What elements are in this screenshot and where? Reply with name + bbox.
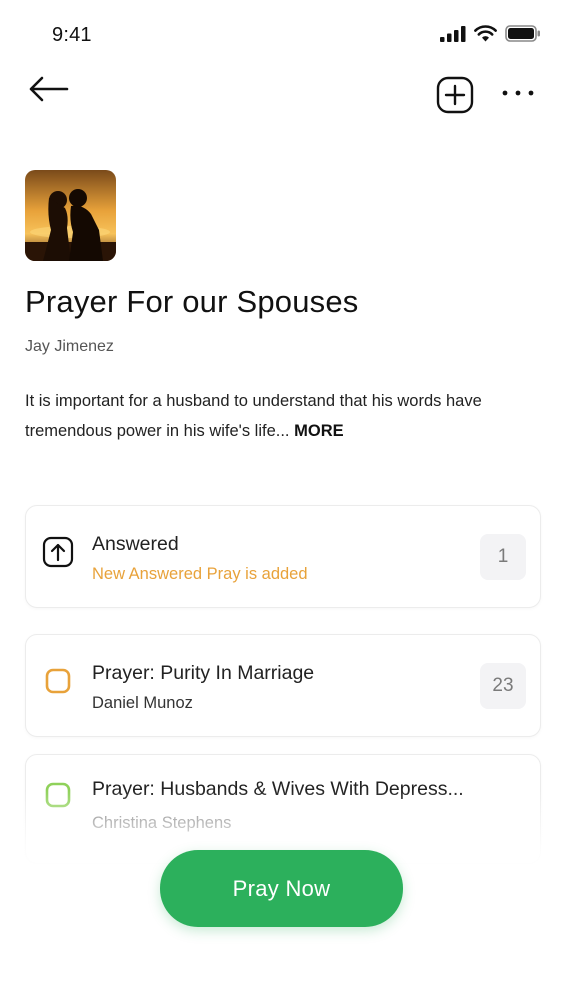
- more-options-button[interactable]: [496, 80, 540, 106]
- checkbox-orange-icon[interactable]: [42, 665, 74, 697]
- arrow-left-icon: [29, 76, 69, 102]
- nav-bar: [0, 62, 563, 124]
- plan-description: It is important for a husband to underst…: [25, 386, 545, 446]
- cellular-signal-icon: [440, 25, 466, 42]
- count-badge: 1: [480, 534, 526, 580]
- prayer-card[interactable]: Prayer: Husbands & Wives With Depress...…: [25, 754, 541, 864]
- plan-description-text: It is important for a husband to underst…: [25, 392, 482, 440]
- card-title: Prayer: Purity In Marriage: [92, 662, 315, 684]
- pray-now-button[interactable]: Pray Now: [160, 850, 403, 927]
- answered-card[interactable]: Answered New Answered Pray is added 1: [25, 505, 541, 608]
- card-subtitle: Christina Stephens: [92, 814, 232, 832]
- plan-title: Prayer For our Spouses: [25, 284, 359, 319]
- battery-icon: [505, 25, 540, 42]
- prayer-card[interactable]: Prayer: Purity In Marriage Daniel Munoz …: [25, 634, 541, 737]
- arrow-up-square-icon: [42, 536, 74, 568]
- checkbox-green-icon[interactable]: [42, 779, 74, 811]
- plus-square-icon: [436, 76, 474, 114]
- count-badge: 23: [480, 663, 526, 709]
- card-title: Answered: [92, 533, 179, 555]
- plan-cover-image: [25, 170, 116, 261]
- plan-author: Jay Jimenez: [25, 338, 114, 355]
- wifi-icon: [474, 25, 497, 42]
- status-icons: [440, 25, 541, 42]
- back-button[interactable]: [26, 72, 70, 106]
- ellipsis-icon: [502, 90, 534, 96]
- status-bar: 9:41: [0, 0, 563, 62]
- status-time: 9:41: [52, 24, 92, 46]
- card-subtitle: Daniel Munoz: [92, 694, 193, 712]
- card-title: Prayer: Husbands & Wives With Depress...: [92, 778, 464, 800]
- more-link[interactable]: MORE: [294, 422, 344, 440]
- card-subtitle: New Answered Pray is added: [92, 565, 308, 583]
- add-button[interactable]: [436, 76, 474, 114]
